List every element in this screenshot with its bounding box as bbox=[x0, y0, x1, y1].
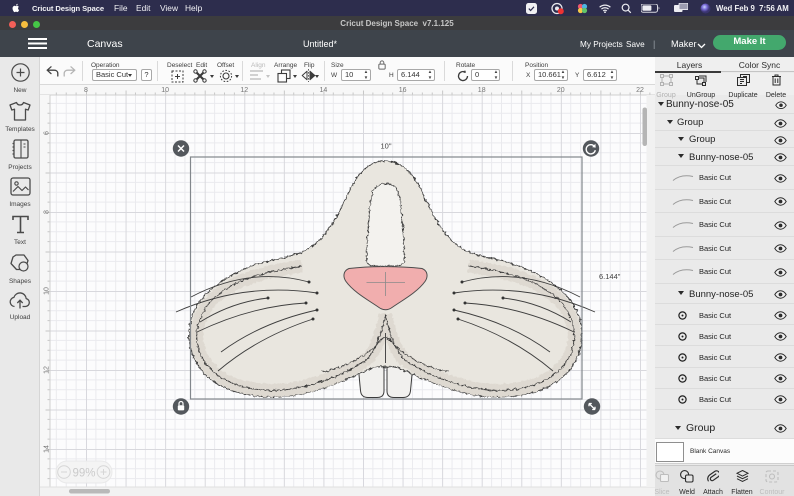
svg-text:6.144": 6.144" bbox=[599, 272, 621, 281]
svg-text:18: 18 bbox=[478, 87, 486, 94]
svg-text:10: 10 bbox=[161, 87, 169, 94]
svg-text:8: 8 bbox=[44, 210, 51, 214]
svg-text:99%: 99% bbox=[72, 468, 95, 480]
svg-text:10": 10" bbox=[380, 142, 391, 151]
svg-text:10: 10 bbox=[44, 287, 51, 295]
svg-text:12: 12 bbox=[44, 366, 51, 374]
svg-text:8: 8 bbox=[84, 87, 88, 94]
svg-text:14: 14 bbox=[320, 87, 328, 94]
svg-text:22: 22 bbox=[636, 87, 644, 94]
svg-text:6: 6 bbox=[44, 131, 51, 135]
svg-text:20: 20 bbox=[557, 87, 565, 94]
svg-text:16: 16 bbox=[399, 87, 407, 94]
svg-text:14: 14 bbox=[44, 445, 51, 453]
svg-text:12: 12 bbox=[240, 87, 248, 94]
